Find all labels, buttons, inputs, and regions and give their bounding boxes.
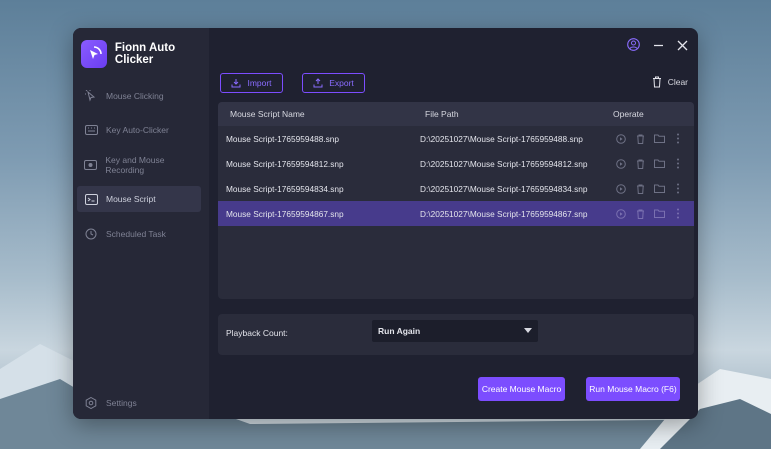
delete-icon[interactable] — [634, 183, 646, 195]
folder-icon[interactable] — [653, 183, 665, 195]
operate-cell — [613, 133, 694, 145]
delete-icon[interactable] — [634, 208, 646, 220]
app-logo-icon — [81, 40, 107, 68]
cursor-click-icon — [84, 89, 98, 103]
script-icon — [84, 192, 98, 206]
run-mouse-macro-button[interactable]: Run Mouse Macro (F6) — [586, 377, 680, 401]
file-path-cell: D:\20251027\Mouse Script-17659594834.snp — [420, 183, 588, 194]
import-icon — [231, 79, 241, 88]
close-icon[interactable] — [677, 38, 688, 56]
import-button[interactable]: Import — [220, 73, 283, 93]
sidebar-item-key-auto-clicker[interactable]: Key Auto-Clicker — [77, 117, 201, 143]
playback-count-value: Run Again — [378, 326, 421, 336]
operate-cell — [613, 158, 694, 170]
playback-panel: Playback Count: Run Again — [218, 314, 694, 355]
keyboard-icon — [84, 123, 98, 137]
play-icon[interactable] — [615, 208, 627, 220]
file-path-cell: D:\20251027\Mouse Script-1765959488.snp — [420, 133, 583, 144]
sidebar-item-mouse-clicking[interactable]: Mouse Clicking — [77, 83, 201, 109]
play-icon[interactable] — [615, 133, 627, 145]
gear-icon — [84, 396, 98, 410]
settings-label: Settings — [106, 398, 137, 408]
folder-icon[interactable] — [653, 208, 665, 220]
sidebar-item-label: Mouse Clicking — [106, 91, 164, 101]
file-path-cell: D:\20251027\Mouse Script-17659594812.snp — [420, 158, 588, 169]
recording-icon — [84, 158, 98, 172]
more-options-icon[interactable] — [672, 133, 684, 145]
delete-icon[interactable] — [634, 158, 646, 170]
operate-cell — [613, 183, 694, 195]
table-row[interactable]: Mouse Script-17659594834.snp D:\20251027… — [218, 176, 694, 201]
minimize-icon[interactable] — [653, 38, 664, 56]
folder-icon[interactable] — [653, 158, 665, 170]
column-header-name: Mouse Script Name — [230, 109, 305, 119]
play-icon[interactable] — [615, 183, 627, 195]
brand: Fionn Auto Clicker — [81, 40, 209, 68]
clear-button[interactable]: Clear — [652, 76, 688, 88]
sidebar-item-label: Key and Mouse Recording — [105, 155, 165, 175]
playback-count-select[interactable]: Run Again — [372, 320, 538, 342]
script-table: Mouse Script Name File Path Operate Mous… — [218, 102, 694, 299]
import-label: Import — [247, 78, 272, 88]
more-options-icon[interactable] — [672, 158, 684, 170]
sidebar-item-key-mouse-recording[interactable]: Key and Mouse Recording — [77, 152, 201, 178]
clock-icon — [84, 227, 98, 241]
play-icon[interactable] — [615, 158, 627, 170]
settings-button[interactable]: Settings — [84, 396, 137, 410]
export-button[interactable]: Export — [302, 73, 365, 93]
sidebar-item-mouse-script[interactable]: Mouse Script — [77, 186, 201, 212]
table-row[interactable]: Mouse Script-17659594812.snp D:\20251027… — [218, 151, 694, 176]
script-name-cell: Mouse Script-17659594867.snp — [226, 208, 344, 219]
app-window: Fionn Auto Clicker Mouse Clicking Key Au… — [73, 28, 698, 419]
trash-icon — [652, 76, 661, 88]
sidebar-item-scheduled-task[interactable]: Scheduled Task — [77, 221, 201, 247]
export-label: Export — [329, 78, 354, 88]
delete-icon[interactable] — [634, 133, 646, 145]
column-header-operate: Operate — [613, 109, 644, 119]
folder-icon[interactable] — [653, 133, 665, 145]
script-name-cell: Mouse Script-1765959488.snp — [226, 133, 340, 144]
table-row[interactable]: Mouse Script-1765959488.snp D:\20251027\… — [218, 126, 694, 151]
sidebar: Fionn Auto Clicker Mouse Clicking Key Au… — [73, 28, 209, 419]
account-icon[interactable] — [627, 38, 640, 56]
script-name-cell: Mouse Script-17659594812.snp — [226, 158, 344, 169]
more-options-icon[interactable] — [672, 183, 684, 195]
table-row-selected[interactable]: Mouse Script-17659594867.snp D:\20251027… — [218, 201, 694, 226]
playback-count-label: Playback Count: — [226, 328, 288, 338]
script-name-cell: Mouse Script-17659594834.snp — [226, 183, 344, 194]
export-icon — [313, 78, 323, 88]
table-header: Mouse Script Name File Path Operate — [218, 102, 694, 126]
more-options-icon[interactable] — [672, 208, 684, 220]
column-header-path: File Path — [425, 109, 459, 119]
app-title: Fionn Auto Clicker — [114, 42, 176, 66]
titlebar-controls — [627, 38, 688, 56]
create-mouse-macro-button[interactable]: Create Mouse Macro — [478, 377, 565, 401]
sidebar-item-label: Mouse Script — [106, 194, 156, 204]
sidebar-item-label: Scheduled Task — [106, 229, 166, 239]
clear-label: Clear — [667, 77, 688, 87]
operate-cell — [613, 208, 694, 220]
sidebar-item-label: Key Auto-Clicker — [106, 125, 169, 135]
chevron-down-icon — [524, 328, 532, 333]
file-path-cell: D:\20251027\Mouse Script-17659594867.snp — [420, 208, 588, 219]
